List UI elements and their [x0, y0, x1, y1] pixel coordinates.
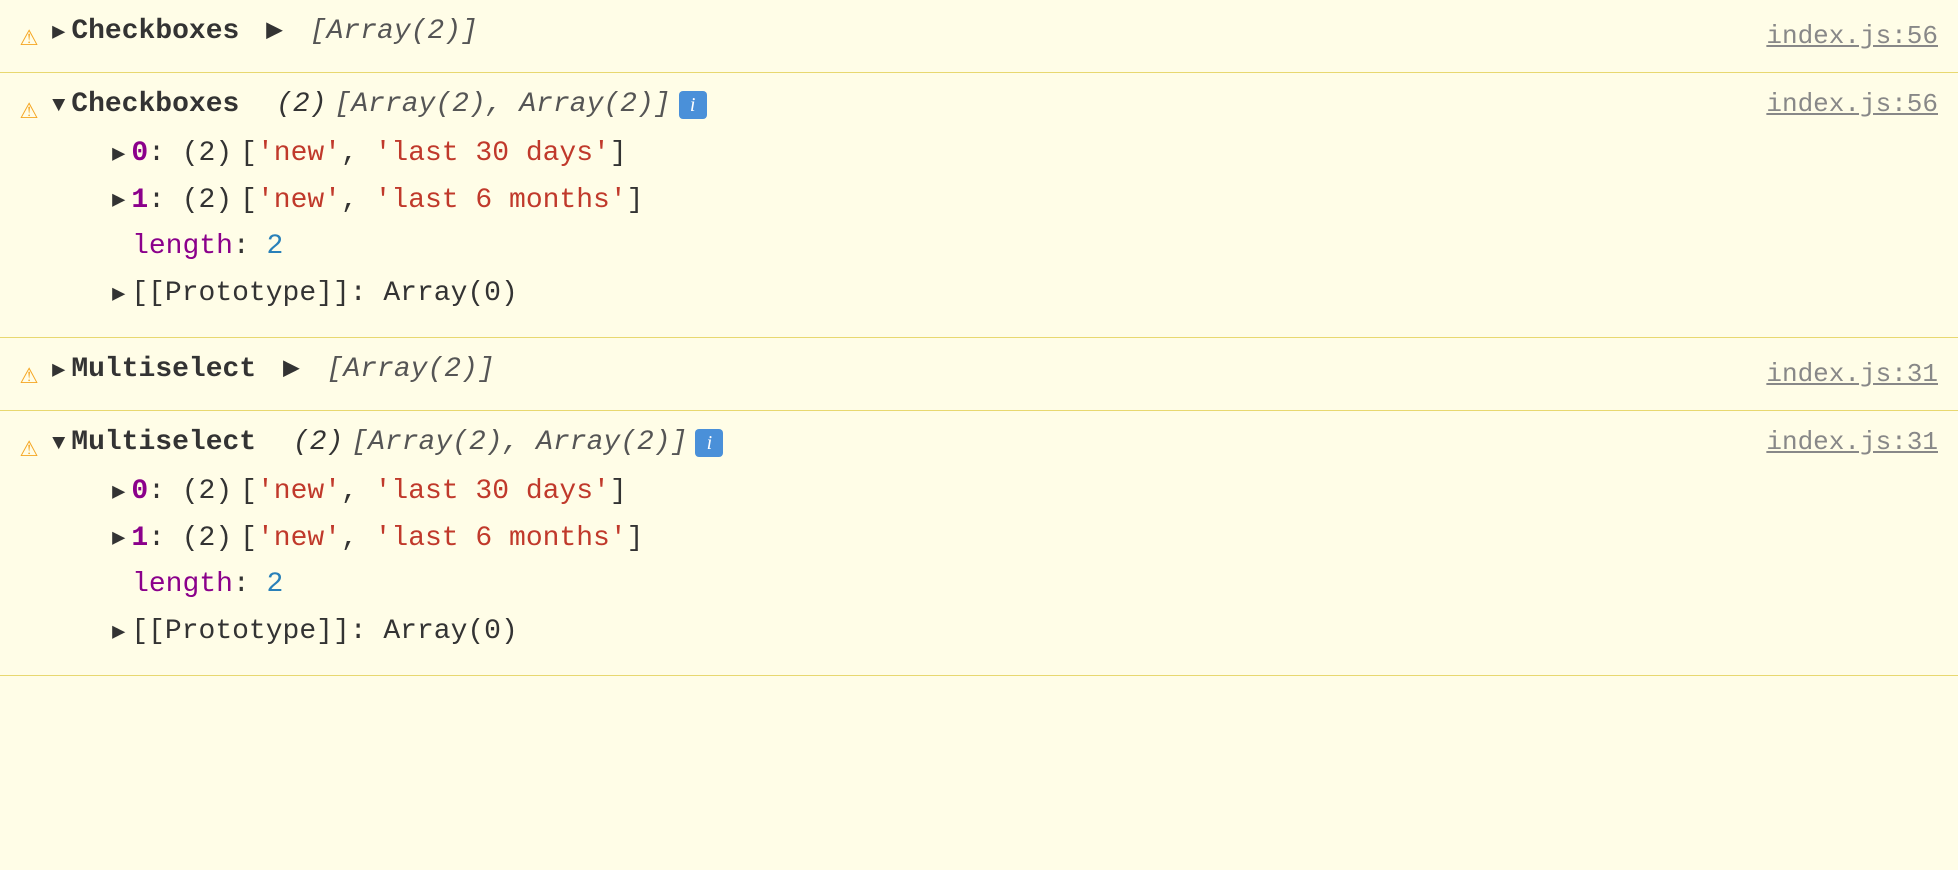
component-name-1: Checkboxes	[71, 10, 239, 55]
array-item-4-0: ▶ 0 : (2) [ 'new' , 'last 30 days' ]	[112, 470, 1738, 515]
prototype-row-4: ▶ [[Prototype]]: Array(0)	[112, 610, 1738, 655]
log-entry-1: ⚠ ▶ Checkboxes ▶ [Array(2)] index.js:56	[0, 0, 1958, 73]
array-labels-4: [Array(2), Array(2)]	[351, 421, 687, 466]
length-key-4: length	[132, 563, 233, 608]
array-item-2-0: ▶ 0 : (2) [ 'new' , 'last 30 days' ]	[112, 132, 1738, 177]
file-col-2: index.js:56	[1738, 83, 1938, 319]
file-link-4[interactable]: index.js:31	[1766, 427, 1938, 457]
prototype-arrow-2[interactable]: ▶	[112, 277, 125, 312]
item-count-2-0: (2)	[182, 132, 232, 177]
comma-2-1: ,	[341, 179, 375, 224]
array-count-4: (2)	[293, 421, 343, 466]
bracket-open-2-1: [	[240, 179, 257, 224]
comma-2-0: ,	[341, 132, 375, 177]
file-link-3[interactable]: index.js:31	[1766, 354, 1938, 396]
array-count-2: (2)	[276, 83, 326, 128]
warning-icon-3: ⚠	[20, 352, 38, 400]
log-entry-2: ⚠ ▼ Checkboxes (2) [Array(2), Array(2)] …	[0, 73, 1958, 338]
item-val1-4-0: 'last 30 days'	[375, 470, 610, 515]
expand-arrow-1[interactable]: ▶	[52, 15, 65, 50]
file-link-1[interactable]: index.js:56	[1766, 16, 1938, 58]
separator-2	[249, 83, 266, 128]
length-value-2: 2	[267, 225, 284, 270]
bracket-close-2-0: ]	[610, 132, 627, 177]
log-main-4: ▼ Multiselect (2) [Array(2), Array(2)] i…	[52, 421, 1738, 657]
separator-1: ▶	[249, 10, 299, 55]
log-content-1: ▶ Checkboxes ▶ [Array(2)]	[52, 10, 1766, 55]
log-main-2: ▼ Checkboxes (2) [Array(2), Array(2)] i …	[52, 83, 1738, 319]
index-key-2-0: 0	[131, 132, 148, 177]
bracket-close-4-0: ]	[610, 470, 627, 515]
item-val0-2-1: 'new'	[257, 179, 341, 224]
array-display-3: [Array(2)]	[327, 348, 495, 393]
file-col-4: index.js:31	[1738, 421, 1938, 657]
array-item-4-1: ▶ 1 : (2) [ 'new' , 'last 6 months' ]	[112, 517, 1738, 562]
item-val1-2-0: 'last 30 days'	[375, 132, 610, 177]
component-name-4: Multiselect	[71, 421, 256, 466]
warning-icon-1: ⚠	[20, 14, 38, 62]
index-colon-4-0: :	[148, 470, 182, 515]
item-arrow-4-0[interactable]: ▶	[112, 475, 125, 510]
info-badge-2[interactable]: i	[679, 91, 707, 119]
item-arrow-2-1[interactable]: ▶	[112, 183, 125, 218]
length-key-2: length	[132, 225, 233, 270]
item-val1-2-1: 'last 6 months'	[375, 179, 627, 224]
bracket-close-4-1: ]	[627, 517, 644, 562]
item-count-4-1: (2)	[182, 517, 232, 562]
length-row-4: length : 2	[112, 563, 1738, 608]
prototype-text-2: [[Prototype]]: Array(0)	[131, 272, 517, 317]
expanded-body-2: ▶ 0 : (2) [ 'new' , 'last 30 days' ] ▶ 1…	[112, 132, 1738, 317]
length-colon-2: :	[233, 225, 267, 270]
item-val0-4-0: 'new'	[257, 470, 341, 515]
bracket-open-4-0: [	[240, 470, 257, 515]
item-val1-4-1: 'last 6 months'	[375, 517, 627, 562]
bracket-open-4-1: [	[240, 517, 257, 562]
item-val0-2-0: 'new'	[257, 132, 341, 177]
separator-3: ▶	[266, 348, 316, 393]
log-entry-4: ⚠ ▼ Multiselect (2) [Array(2), Array(2)]…	[0, 411, 1958, 676]
index-colon-2-0: :	[148, 132, 182, 177]
item-count-4-0: (2)	[182, 470, 232, 515]
expanded-body-4: ▶ 0 : (2) [ 'new' , 'last 30 days' ] ▶ 1…	[112, 470, 1738, 655]
info-badge-4[interactable]: i	[695, 429, 723, 457]
prototype-row-2: ▶ [[Prototype]]: Array(0)	[112, 272, 1738, 317]
array-item-2-1: ▶ 1 : (2) [ 'new' , 'last 6 months' ]	[112, 179, 1738, 224]
expanded-header-2: ▼ Checkboxes (2) [Array(2), Array(2)] i	[52, 83, 1738, 128]
index-colon-2-1: :	[148, 179, 182, 224]
log-content-3: ▶ Multiselect ▶ [Array(2)]	[52, 348, 1766, 393]
console-panel: ⚠ ▶ Checkboxes ▶ [Array(2)] index.js:56 …	[0, 0, 1958, 676]
separator-4	[266, 421, 283, 466]
prototype-text-4: [[Prototype]]: Array(0)	[131, 610, 517, 655]
log-entry-3: ⚠ ▶ Multiselect ▶ [Array(2)] index.js:31	[0, 338, 1958, 411]
length-colon-4: :	[233, 563, 267, 608]
length-row-2: length : 2	[112, 225, 1738, 270]
component-name-3: Multiselect	[71, 348, 256, 393]
collapse-arrow-4[interactable]: ▼	[52, 426, 65, 461]
collapse-arrow-2[interactable]: ▼	[52, 88, 65, 123]
item-count-2-1: (2)	[182, 179, 232, 224]
bracket-open-2-0: [	[240, 132, 257, 177]
comma-4-0: ,	[341, 470, 375, 515]
bracket-close-2-1: ]	[627, 179, 644, 224]
index-key-4-0: 0	[131, 470, 148, 515]
array-labels-2: [Array(2), Array(2)]	[335, 83, 671, 128]
item-arrow-2-0[interactable]: ▶	[112, 137, 125, 172]
expanded-header-4: ▼ Multiselect (2) [Array(2), Array(2)] i	[52, 421, 1738, 466]
file-link-2[interactable]: index.js:56	[1766, 89, 1938, 119]
warning-icon-4: ⚠	[20, 425, 38, 657]
index-colon-4-1: :	[148, 517, 182, 562]
item-arrow-4-1[interactable]: ▶	[112, 521, 125, 556]
warning-icon-2: ⚠	[20, 87, 38, 319]
comma-4-1: ,	[341, 517, 375, 562]
length-value-4: 2	[267, 563, 284, 608]
index-key-2-1: 1	[131, 179, 148, 224]
expand-arrow-3[interactable]: ▶	[52, 353, 65, 388]
array-display-1: [Array(2)]	[310, 10, 478, 55]
index-key-4-1: 1	[131, 517, 148, 562]
prototype-arrow-4[interactable]: ▶	[112, 615, 125, 650]
component-name-2: Checkboxes	[71, 83, 239, 128]
item-val0-4-1: 'new'	[257, 517, 341, 562]
